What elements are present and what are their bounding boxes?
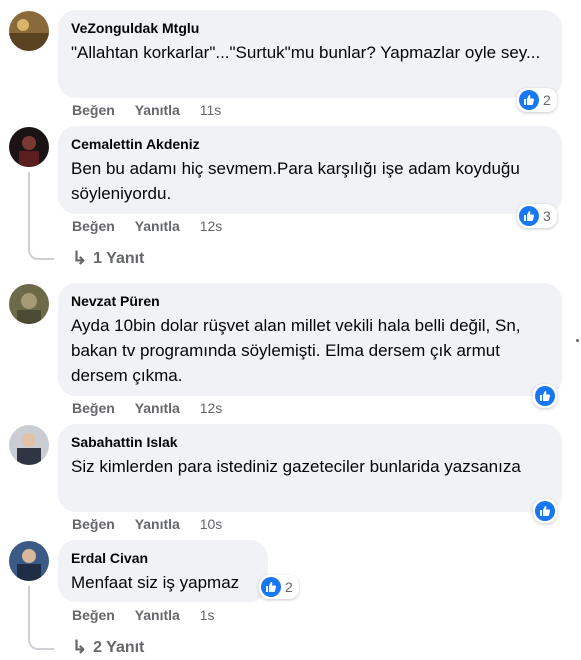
more-options-dot bbox=[576, 339, 579, 342]
avatar[interactable] bbox=[9, 11, 49, 51]
like-button[interactable]: Beğen bbox=[72, 399, 115, 417]
thumbs-up-icon bbox=[261, 577, 281, 597]
replies-count: 1 Yanıt bbox=[93, 249, 145, 267]
thumbs-up-icon bbox=[519, 206, 539, 226]
thread-connector bbox=[28, 244, 54, 260]
comment-actions: Beğen Yanıtla 11s bbox=[72, 101, 221, 119]
reaction-summary[interactable]: 2 bbox=[517, 88, 557, 112]
comment-text: Siz kimlerden para istediniz gazeteciler… bbox=[71, 457, 521, 476]
avatar[interactable] bbox=[9, 127, 49, 167]
replies-count: 2 Yanıt bbox=[93, 638, 145, 656]
timestamp[interactable]: 11s bbox=[200, 101, 222, 119]
avatar-photo bbox=[9, 127, 49, 167]
reaction-count: 3 bbox=[543, 208, 551, 224]
avatar[interactable] bbox=[9, 284, 49, 324]
like-button[interactable]: Beğen bbox=[72, 606, 115, 624]
timestamp[interactable]: 1s bbox=[200, 606, 215, 624]
timestamp[interactable]: 12s bbox=[200, 217, 223, 235]
reply-arrow-icon: ↳ bbox=[72, 637, 88, 657]
thumbs-up-icon bbox=[519, 90, 539, 110]
thread-connector bbox=[28, 634, 54, 650]
comment-text: Ayda 10bin dolar rüşvet alan millet veki… bbox=[71, 316, 526, 385]
comment-bubble: Nevzat Püren Ayda 10bin dolar rüşvet ala… bbox=[58, 283, 562, 396]
like-button[interactable]: Beğen bbox=[72, 515, 115, 533]
comment-text: Ben bu adamı hiç sevmem.Para karşılığı i… bbox=[71, 159, 525, 203]
comment-text: "Allahtan korkarlar"..."Surtuk"mu bunlar… bbox=[71, 43, 541, 62]
thumbs-up-icon bbox=[535, 386, 555, 406]
reply-button[interactable]: Yanıtla bbox=[135, 217, 180, 235]
reaction-summary[interactable] bbox=[533, 384, 557, 408]
comment-actions: Beğen Yanıtla 12s bbox=[72, 217, 222, 235]
thumbs-up-icon bbox=[535, 501, 555, 521]
view-replies-link[interactable]: ↳ 2 Yanıt bbox=[72, 637, 144, 658]
reaction-summary[interactable]: 2 bbox=[259, 575, 299, 599]
avatar-photo bbox=[9, 425, 49, 465]
view-replies-link[interactable]: ↳ 1 Yanıt bbox=[72, 248, 144, 269]
reply-button[interactable]: Yanıtla bbox=[135, 399, 180, 417]
avatar[interactable] bbox=[9, 425, 49, 465]
reply-button[interactable]: Yanıtla bbox=[135, 101, 180, 119]
reply-button[interactable]: Yanıtla bbox=[135, 515, 180, 533]
commenter-name[interactable]: Erdal Civan bbox=[71, 549, 256, 567]
commenter-name[interactable]: Sabahattin Islak bbox=[71, 433, 550, 451]
reaction-count: 2 bbox=[285, 579, 293, 595]
reply-arrow-icon: ↳ bbox=[72, 248, 88, 268]
reply-button[interactable]: Yanıtla bbox=[135, 606, 180, 624]
comment-bubble: Cemalettin Akdeniz Ben bu adamı hiç sevm… bbox=[58, 126, 562, 214]
avatar[interactable] bbox=[9, 541, 49, 581]
like-button[interactable]: Beğen bbox=[72, 101, 115, 119]
commenter-name[interactable]: Nevzat Püren bbox=[71, 292, 550, 310]
comment-text: Menfaat siz iş yapmaz bbox=[71, 573, 240, 592]
comment-bubble: Erdal Civan Menfaat siz iş yapmaz bbox=[58, 540, 268, 602]
timestamp[interactable]: 10s bbox=[200, 515, 223, 533]
thread-line bbox=[28, 172, 30, 244]
comment-bubble: VeZonguldak Mtglu "Allahtan korkarlar"..… bbox=[58, 10, 562, 98]
reaction-summary[interactable] bbox=[533, 499, 557, 523]
like-button[interactable]: Beğen bbox=[72, 217, 115, 235]
commenter-name[interactable]: VeZonguldak Mtglu bbox=[71, 19, 550, 37]
commenter-name[interactable]: Cemalettin Akdeniz bbox=[71, 135, 550, 153]
avatar-photo bbox=[9, 284, 49, 324]
reaction-count: 2 bbox=[543, 92, 551, 108]
thread-line bbox=[28, 586, 30, 634]
comment-bubble: Sabahattin Islak Siz kimlerden para iste… bbox=[58, 424, 562, 512]
comment-actions: Beğen Yanıtla 1s bbox=[72, 606, 215, 624]
reaction-summary[interactable]: 3 bbox=[517, 204, 557, 228]
timestamp[interactable]: 12s bbox=[200, 399, 223, 417]
avatar-photo bbox=[9, 541, 49, 581]
comment-actions: Beğen Yanıtla 10s bbox=[72, 515, 222, 533]
avatar-photo bbox=[9, 11, 49, 51]
comment-actions: Beğen Yanıtla 12s bbox=[72, 399, 222, 417]
